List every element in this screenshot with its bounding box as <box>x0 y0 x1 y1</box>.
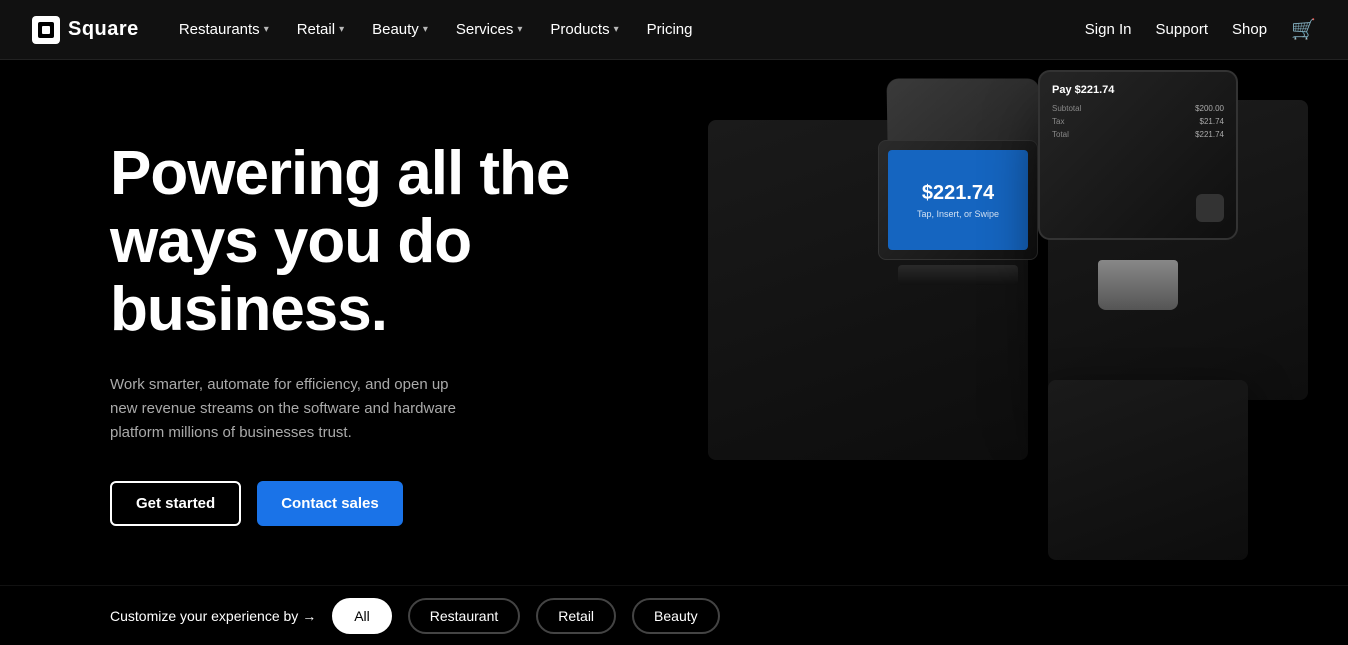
hero-title: Powering all the ways you do business. <box>110 140 610 345</box>
nav-item-restaurants[interactable]: Restaurants ▾ <box>167 13 281 46</box>
shop-link[interactable]: Shop <box>1232 21 1267 38</box>
logo-icon <box>32 16 60 44</box>
nav-item-beauty[interactable]: Beauty ▾ <box>360 13 440 46</box>
hero-section: Powering all the ways you do business. W… <box>0 60 1348 645</box>
register-subtotal-label: Subtotal <box>1052 104 1081 113</box>
logo[interactable]: Square <box>32 16 139 44</box>
chevron-down-icon: ▾ <box>517 24 522 35</box>
terminal-amount: $221.74 <box>922 182 994 205</box>
register-total-value: $221.74 <box>1195 130 1224 139</box>
register-line-3: Total $221.74 <box>1052 130 1224 139</box>
nav-item-products[interactable]: Products ▾ <box>538 13 630 46</box>
register-header: Pay $221.74 <box>1052 84 1224 96</box>
nav-item-pricing[interactable]: Pricing <box>635 13 705 46</box>
filter-restaurant[interactable]: Restaurant <box>408 598 520 634</box>
terminal-screen-inner: $221.74 Tap, Insert, or Swipe <box>888 150 1028 250</box>
platform-right: Pay $221.74 Subtotal $200.00 Tax $21.74 … <box>1048 100 1308 400</box>
get-started-button[interactable]: Get started <box>110 481 241 526</box>
register-button <box>1196 194 1224 222</box>
nav-right: Sign In Support Shop 🛒 <box>1085 17 1316 42</box>
register-subtotal-value: $200.00 <box>1195 104 1224 113</box>
device-register: Pay $221.74 Subtotal $200.00 Tax $21.74 … <box>1038 70 1258 310</box>
hero-subtitle: Work smarter, automate for efficiency, a… <box>110 373 470 445</box>
support-link[interactable]: Support <box>1156 21 1209 38</box>
terminal-screen: $221.74 Tap, Insert, or Swipe <box>878 140 1038 260</box>
contact-sales-button[interactable]: Contact sales <box>257 481 403 526</box>
signin-link[interactable]: Sign In <box>1085 21 1132 38</box>
terminal-base <box>898 265 1018 285</box>
chevron-down-icon: ▾ <box>264 24 269 35</box>
chevron-down-icon: ▾ <box>423 24 428 35</box>
nav-item-retail[interactable]: Retail ▾ <box>285 13 356 46</box>
filter-beauty[interactable]: Beauty <box>632 598 720 634</box>
cart-icon[interactable]: 🛒 <box>1291 17 1316 42</box>
filter-retail[interactable]: Retail <box>536 598 616 634</box>
nav-links: Restaurants ▾ Retail ▾ Beauty ▾ Services… <box>167 13 1085 46</box>
bottom-bar: Customize your experience by → All Resta… <box>0 585 1348 645</box>
nav-item-services[interactable]: Services ▾ <box>444 13 535 46</box>
filter-all[interactable]: All <box>332 598 392 634</box>
register-line-1: Subtotal $200.00 <box>1052 104 1224 113</box>
logo-text: Square <box>68 18 139 41</box>
hero-buttons: Get started Contact sales <box>110 481 610 526</box>
terminal-instruction: Tap, Insert, or Swipe <box>917 209 999 219</box>
device-terminal: $221.74 Tap, Insert, or Swipe <box>868 80 1048 340</box>
register-tax-value: $21.74 <box>1200 117 1224 126</box>
register-tax-label: Tax <box>1052 117 1064 126</box>
register-total-label: Total <box>1052 130 1069 139</box>
hero-devices: $221.74 Tap, Insert, or Swipe Pay $221.7… <box>568 60 1348 620</box>
platform-main: $221.74 Tap, Insert, or Swipe <box>708 120 1028 460</box>
customize-label: Customize your experience by → <box>110 608 316 624</box>
register-screen: Pay $221.74 Subtotal $200.00 Tax $21.74 … <box>1038 70 1238 240</box>
hero-content: Powering all the ways you do business. W… <box>110 140 610 526</box>
register-stand <box>1098 260 1178 310</box>
chevron-down-icon: ▾ <box>339 24 344 35</box>
register-line-2: Tax $21.74 <box>1052 117 1224 126</box>
navbar: Square Restaurants ▾ Retail ▾ Beauty ▾ S… <box>0 0 1348 60</box>
platform-small: ✓ <box>1048 380 1248 560</box>
chevron-down-icon: ▾ <box>614 24 619 35</box>
